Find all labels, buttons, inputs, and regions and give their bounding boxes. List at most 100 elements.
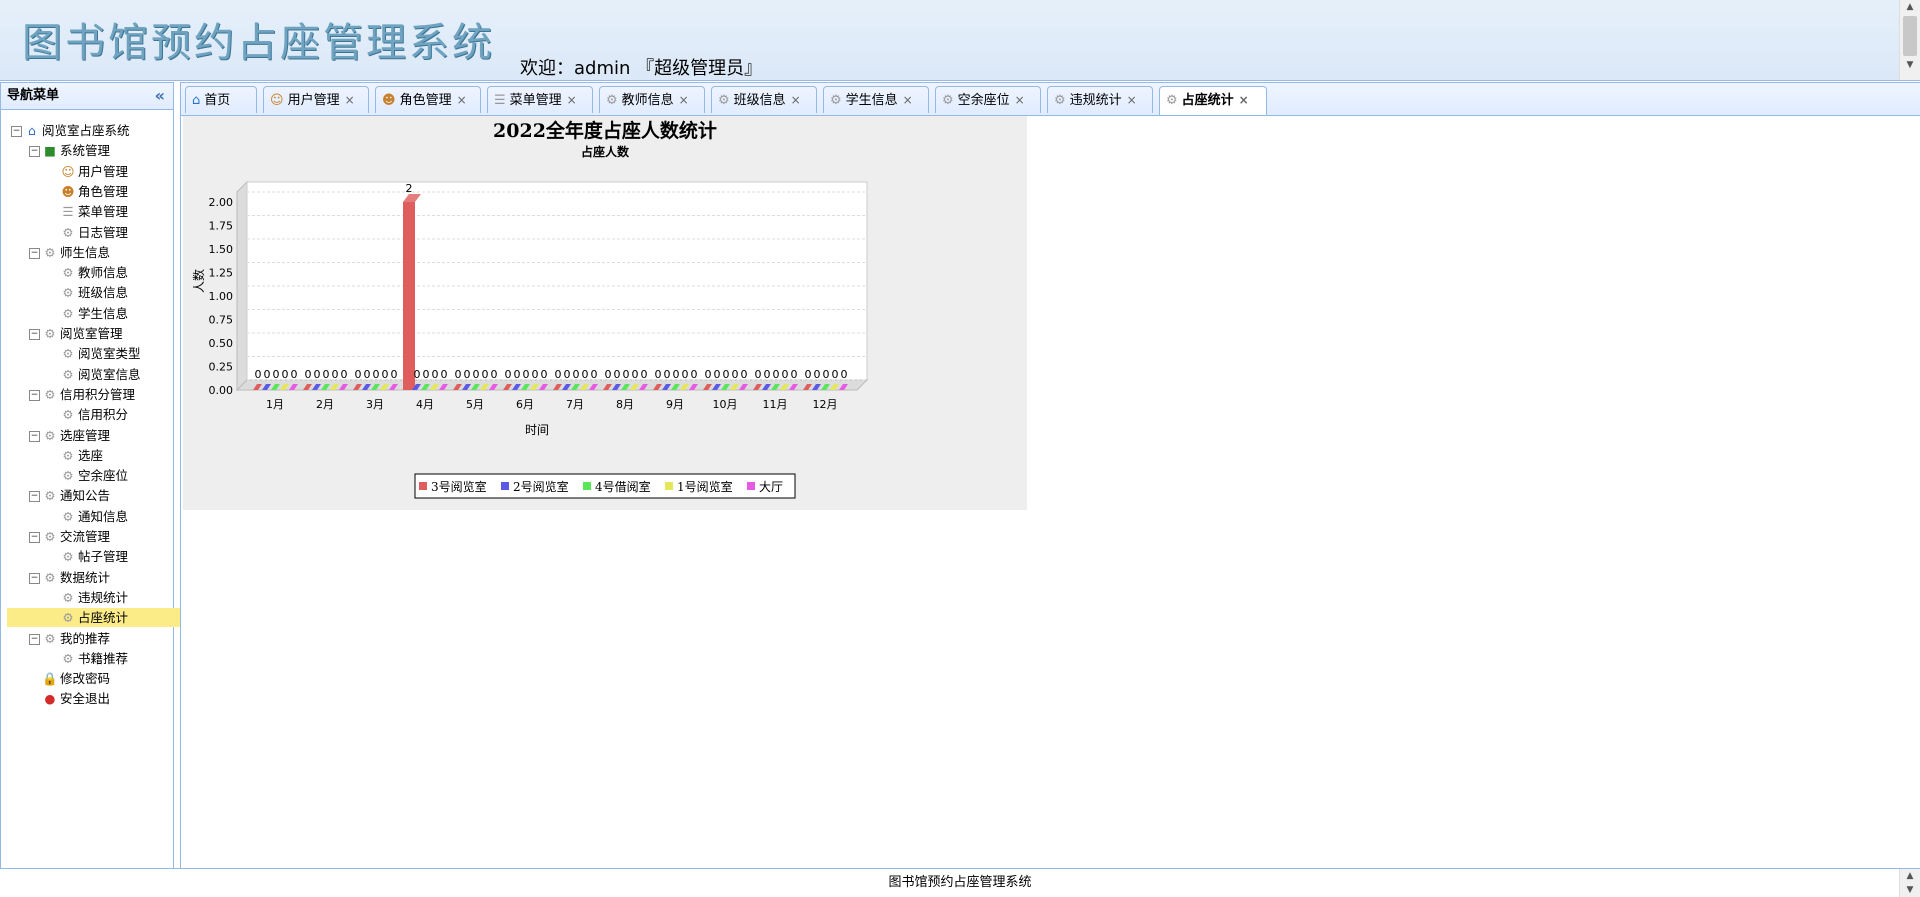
home-icon: ⌂ [192,93,201,108]
exit-icon: ● [44,691,56,707]
data-label: 0 [455,368,462,381]
y-tick-label: 2.00 [209,196,234,209]
x-tick-label: 6月 [516,398,534,411]
tree-item[interactable]: ☺ 用户管理 [47,162,128,181]
tree-item-label: 占座统计 [78,610,129,626]
tab[interactable]: ⚙ 占座统计 × [1159,86,1267,115]
close-icon[interactable]: × [1239,93,1249,107]
gear-icon: ⚙ [62,346,74,362]
tab[interactable]: ⚙ 学生信息 × [823,86,929,113]
data-label: 0 [291,368,298,381]
tree-item[interactable]: ⚙ 空余座位 [47,466,128,485]
tree-item[interactable]: ⚙ 帖子管理 [47,547,128,566]
tree-item[interactable]: ⚙ 阅览室信息 [47,365,141,384]
collapse-toggle-icon[interactable]: − [29,633,40,645]
tab[interactable]: ☺ 用户管理 × [263,86,369,113]
tree-item[interactable]: ⚙ 违规统计 [47,588,128,607]
chart-subtitle: 占座人数 [581,144,630,159]
collapse-toggle-icon[interactable]: − [29,389,40,401]
gear-icon: ⚙ [62,407,74,423]
tree-item[interactable]: ☻ 角色管理 [47,182,128,201]
gear-icon: ⚙ [62,610,74,626]
header: 图书馆预约占座管理系统 欢迎：admin 『超级管理员』 ▲ ▼ [0,0,1920,81]
tab[interactable]: ☻ 角色管理 × [375,86,481,113]
tree-item-label: 通知公告 [60,488,111,504]
tree-item[interactable]: − ⌂ 阅览室占座系统 [11,121,130,140]
legend-swatch [501,482,509,490]
x-tick-label: 7月 [566,398,584,411]
tree-item[interactable]: − ⚙ 通知公告 [29,486,110,505]
gear-icon: ⚙ [1054,93,1066,108]
tab[interactable]: ⚙ 违规统计 × [1047,86,1153,113]
collapse-toggle-icon[interactable]: − [29,247,40,259]
collapse-toggle-icon[interactable]: − [29,430,40,442]
scroll-up-icon[interactable]: ▲ [1900,0,1920,14]
tree-item-label: 教师信息 [78,265,129,281]
tree-item[interactable]: − ⚙ 数据统计 [29,568,110,587]
tree-item[interactable]: ⚙ 教师信息 [47,263,128,282]
lock-icon: 🔒 [42,671,58,687]
data-label: 0 [491,368,498,381]
tree-item[interactable]: − ⚙ 信用积分管理 [29,385,135,404]
close-icon[interactable]: × [791,93,801,107]
tree-item-label: 师生信息 [60,244,111,260]
gear-icon: ⚙ [606,93,618,108]
data-label: 0 [373,368,380,381]
data-label: 0 [705,368,712,381]
close-icon[interactable]: × [1015,93,1025,107]
tree-item[interactable]: − ■ 系统管理 [29,141,110,160]
tree-item[interactable]: ⚙ 选座 [47,446,103,465]
data-label: 0 [791,368,798,381]
tab[interactable]: ⚙ 班级信息 × [711,86,817,113]
tree-item[interactable]: − ⚙ 阅览室管理 [29,324,123,343]
tree-item[interactable]: ⚙ 信用积分 [47,405,128,424]
tree-item[interactable]: ⚙ 占座统计 [7,608,209,628]
collapse-toggle-icon[interactable]: − [29,146,40,158]
tree-item[interactable]: − ⚙ 选座管理 [29,426,110,445]
scroll-thumb[interactable] [1903,16,1917,56]
scroll-down-icon[interactable]: ▼ [1900,883,1920,897]
close-icon[interactable]: × [457,93,467,107]
close-icon[interactable]: × [679,93,689,107]
tree-item[interactable]: ⚙ 通知信息 [47,507,128,526]
tab[interactable]: ⚙ 空余座位 × [935,86,1041,113]
data-label: 2 [406,182,413,195]
close-icon[interactable]: × [567,93,577,107]
tree-item[interactable]: ☰ 菜单管理 [47,202,128,221]
close-icon[interactable]: × [345,93,355,107]
tree-item[interactable]: ⚙ 学生信息 [47,304,128,323]
welcome-text: 欢迎：admin 『超级管理员』 [520,58,763,79]
data-label: 0 [332,368,339,381]
tree-item[interactable]: ● 安全退出 [29,689,110,708]
tree-item-label: 菜单管理 [78,204,129,220]
tree-item[interactable]: ⚙ 书籍推荐 [47,649,128,668]
tree-item-label: 选座 [78,447,104,463]
tree-item[interactable]: ⚙ 日志管理 [47,223,128,242]
legend-label: 1号阅览室 [677,479,733,494]
collapse-toggle-icon[interactable]: − [11,126,22,137]
tree-item[interactable]: 🔒 修改密码 [29,669,110,688]
scroll-down-icon[interactable]: ▼ [1900,58,1920,72]
users-icon: ☻ [61,183,75,199]
collapse-toggle-icon[interactable]: − [29,491,40,503]
tree-item[interactable]: ⚙ 阅览室类型 [47,344,140,363]
footer-scrollbar[interactable]: ▲ ▼ [1899,869,1920,897]
tree-item[interactable]: ⚙ 班级信息 [47,283,128,302]
collapse-toggle-icon[interactable]: − [29,329,40,340]
data-label: 0 [573,368,580,381]
tree-item-label: 阅览室信息 [78,366,141,382]
tree-item[interactable]: − ⚙ 师生信息 [29,243,110,262]
double-chevron-left-icon[interactable]: « [155,83,165,109]
header-scrollbar[interactable]: ▲ ▼ [1899,0,1920,80]
close-icon[interactable]: × [1127,93,1137,107]
tree-item[interactable]: − ⚙ 我的推荐 [29,629,110,648]
tree-item[interactable]: − ⚙ 交流管理 [29,527,110,546]
collapse-toggle-icon[interactable]: − [29,572,40,584]
close-icon[interactable]: × [903,93,913,107]
scroll-up-icon[interactable]: ▲ [1900,869,1920,883]
tab[interactable]: ⚙ 教师信息 × [599,86,705,113]
tab-label: 占座统计 [1181,93,1234,108]
tab[interactable]: ☰ 菜单管理 × [487,86,593,113]
tab[interactable]: ⌂ 首页 [185,86,257,113]
collapse-toggle-icon[interactable]: − [29,532,40,543]
